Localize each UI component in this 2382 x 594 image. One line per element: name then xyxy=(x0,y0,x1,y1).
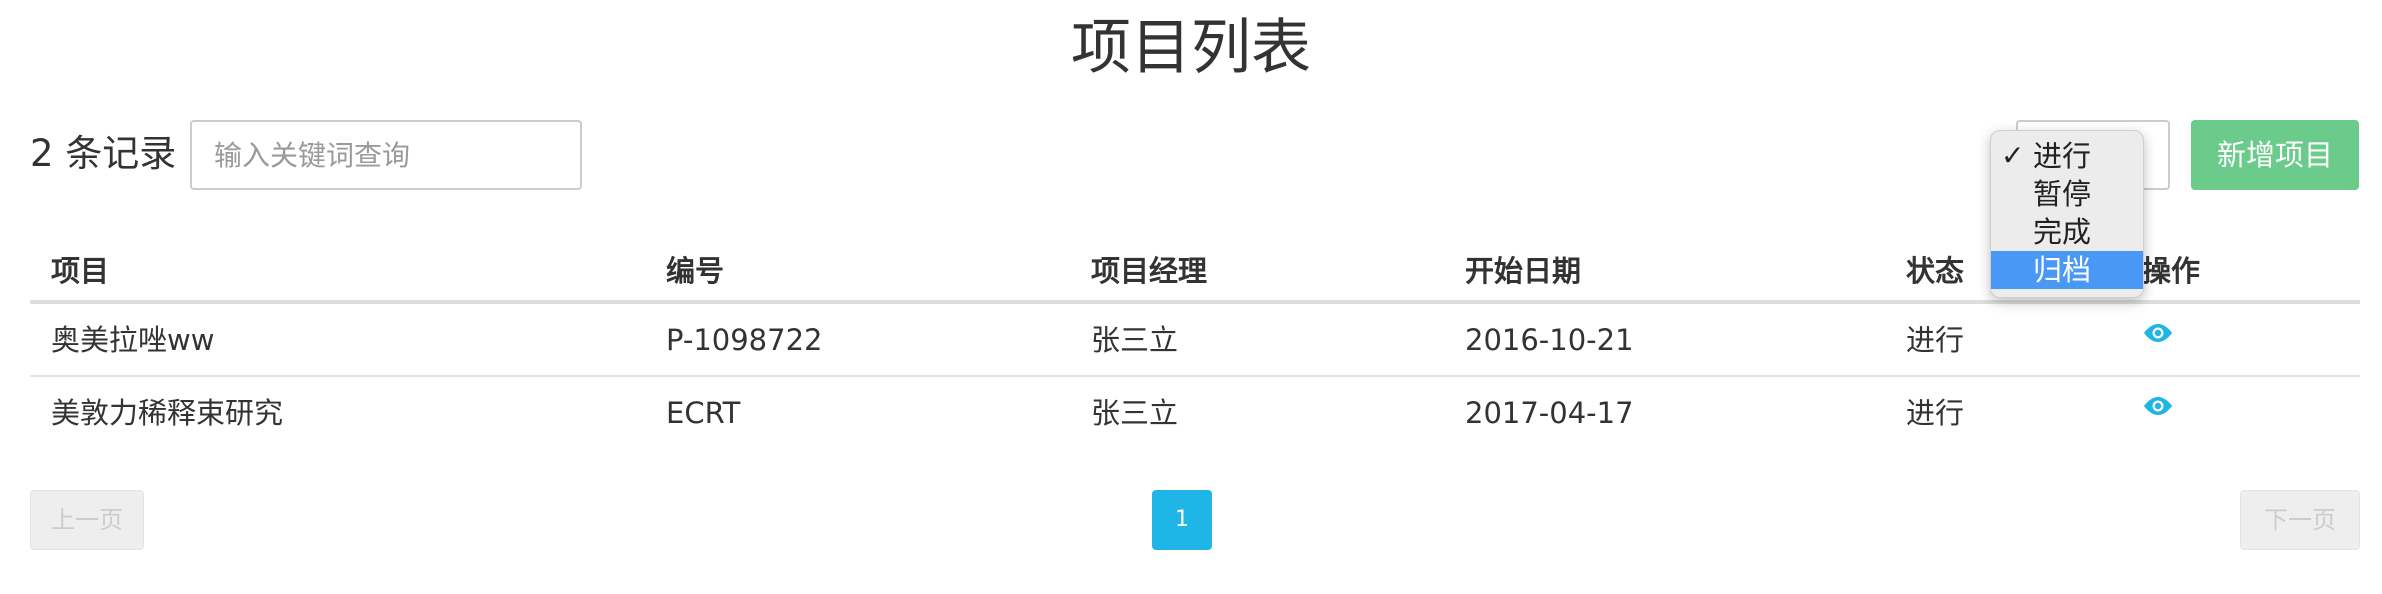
page-title: 项目列表 xyxy=(1071,13,1311,83)
header-code: 编号 xyxy=(666,254,725,288)
cell-project: 美敦力稀释束研究 xyxy=(51,396,284,430)
header-start-date: 开始日期 xyxy=(1465,254,1582,288)
header-status: 状态 xyxy=(1906,254,1965,288)
cell-code: P-1098722 xyxy=(666,323,823,357)
record-count-number: 2 xyxy=(30,132,54,175)
cell-start-date: 2016-10-21 xyxy=(1465,323,1634,357)
cell-start-date: 2017-04-17 xyxy=(1465,396,1634,430)
record-count: 2 条记录 xyxy=(30,128,176,180)
add-project-button[interactable]: 新增项目 xyxy=(2191,120,2359,190)
status-option-completed[interactable]: 完成 xyxy=(1991,213,2143,251)
table-row: 美敦力稀释束研究 ECRT 张三立 2017-04-17 进行 xyxy=(30,377,2360,450)
table-row: 奥美拉唑ww P-1098722 张三立 2016-10-21 进行 xyxy=(30,304,2360,377)
status-option-label: 暂停 xyxy=(2033,177,2092,211)
cell-status: 进行 xyxy=(1906,396,1965,430)
search-input[interactable] xyxy=(190,120,582,190)
cell-project: 奥美拉唑ww xyxy=(51,323,215,357)
header-project: 项目 xyxy=(51,254,110,288)
header-manager: 项目经理 xyxy=(1091,254,1208,288)
cell-status: 进行 xyxy=(1906,323,1965,357)
header-action: 操作 xyxy=(2142,254,2201,288)
page-number-current[interactable]: 1 xyxy=(1152,490,1212,550)
cell-manager: 张三立 xyxy=(1091,396,1179,430)
status-option-label: 完成 xyxy=(2033,215,2092,249)
status-dropdown-menu: ✓ 进行 暂停 完成 归档 xyxy=(1990,130,2144,298)
eye-icon[interactable] xyxy=(2142,318,2174,348)
checkmark-icon: ✓ xyxy=(2001,139,2025,172)
cell-manager: 张三立 xyxy=(1091,323,1179,357)
eye-icon[interactable] xyxy=(2142,391,2174,421)
status-option-label: 归档 xyxy=(2033,253,2092,287)
status-option-label: 进行 xyxy=(2033,139,2092,173)
next-page-button[interactable]: 下一页 xyxy=(2240,490,2360,550)
status-option-paused[interactable]: 暂停 xyxy=(1991,175,2143,213)
status-option-in-progress[interactable]: ✓ 进行 xyxy=(1991,137,2143,175)
prev-page-button[interactable]: 上一页 xyxy=(30,490,144,550)
record-count-suffix: 条记录 xyxy=(65,132,177,175)
cell-code: ECRT xyxy=(666,396,741,430)
status-option-archived[interactable]: 归档 xyxy=(1991,251,2143,289)
